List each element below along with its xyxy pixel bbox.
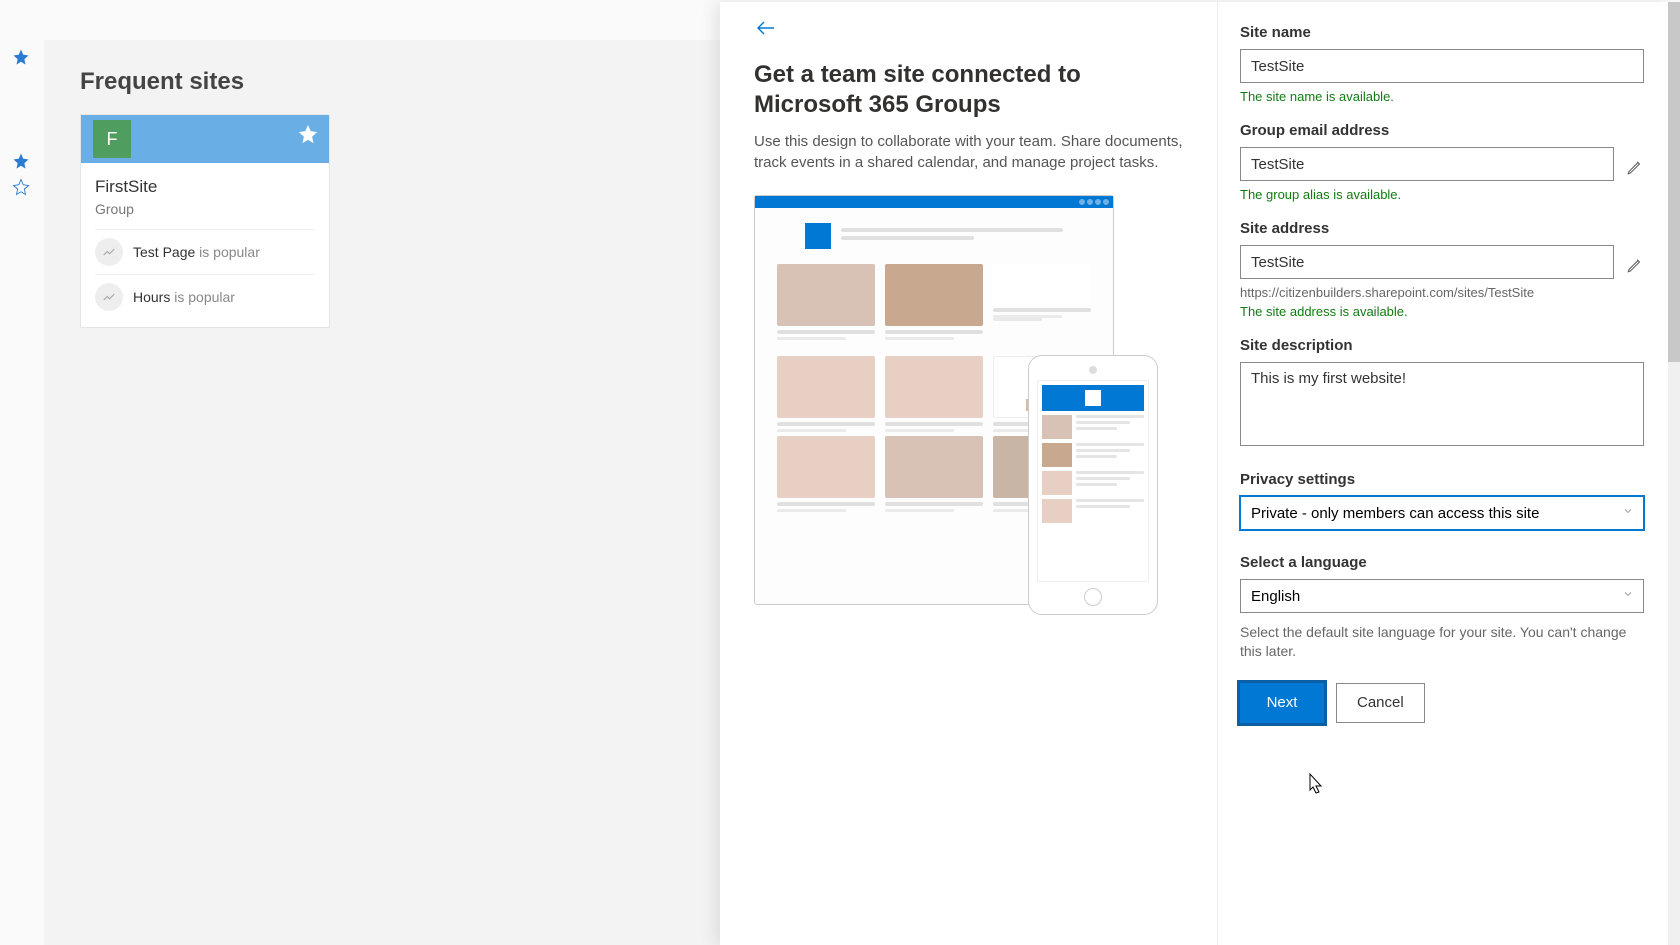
site-card-title: FirstSite bbox=[95, 177, 315, 197]
site-description-textarea[interactable] bbox=[1240, 362, 1644, 446]
group-email-input[interactable] bbox=[1240, 147, 1614, 181]
activity-item[interactable]: Test Page is popular bbox=[95, 229, 315, 274]
site-avatar: F bbox=[93, 120, 131, 158]
pencil-icon[interactable] bbox=[1626, 256, 1644, 274]
site-address-label: Site address bbox=[1240, 220, 1644, 237]
language-label: Select a language bbox=[1240, 554, 1644, 571]
privacy-select[interactable]: Private - only members can access this s… bbox=[1240, 496, 1644, 530]
scrollbar-thumb[interactable] bbox=[1668, 2, 1680, 362]
site-name-validation: The site name is available. bbox=[1240, 89, 1644, 104]
trend-icon bbox=[95, 283, 123, 311]
scrollbar[interactable] bbox=[1668, 2, 1680, 945]
language-select[interactable]: English bbox=[1240, 579, 1644, 613]
side-rail bbox=[0, 40, 44, 204]
activity-name: Test Page bbox=[133, 244, 195, 260]
group-email-validation: The group alias is available. bbox=[1240, 187, 1644, 202]
site-name-input[interactable] bbox=[1240, 49, 1644, 83]
star-icon[interactable] bbox=[297, 123, 319, 145]
trend-icon bbox=[95, 238, 123, 266]
site-card-subtitle: Group bbox=[95, 201, 315, 217]
language-hint: Select the default site language for you… bbox=[1240, 623, 1644, 661]
site-address-url: https://citizenbuilders.sharepoint.com/s… bbox=[1240, 285, 1644, 300]
cancel-button[interactable]: Cancel bbox=[1336, 683, 1425, 723]
site-description-label: Site description bbox=[1240, 337, 1644, 354]
group-email-label: Group email address bbox=[1240, 122, 1644, 139]
activity-name: Hours bbox=[133, 289, 170, 305]
star-icon bbox=[12, 152, 30, 170]
activity-item[interactable]: Hours is popular bbox=[95, 274, 315, 319]
site-address-input[interactable] bbox=[1240, 245, 1614, 279]
activity-suffix: is popular bbox=[170, 289, 235, 305]
site-name-label: Site name bbox=[1240, 24, 1644, 41]
back-arrow-icon[interactable] bbox=[754, 16, 778, 40]
star-icon bbox=[12, 48, 30, 66]
next-button[interactable]: Next bbox=[1240, 683, 1324, 723]
star-outline-icon bbox=[12, 178, 30, 196]
activity-suffix: is popular bbox=[195, 244, 260, 260]
create-site-panel: Get a team site connected to Microsoft 3… bbox=[720, 2, 1670, 945]
team-site-illustration bbox=[754, 195, 1158, 625]
panel-heading: Get a team site connected to Microsoft 3… bbox=[754, 60, 1187, 120]
pencil-icon[interactable] bbox=[1626, 158, 1644, 176]
privacy-label: Privacy settings bbox=[1240, 471, 1644, 488]
site-card[interactable]: F FirstSite Group Test Page is popular H… bbox=[80, 114, 330, 328]
panel-description: Use this design to collaborate with your… bbox=[754, 132, 1187, 173]
site-address-validation: The site address is available. bbox=[1240, 304, 1644, 319]
